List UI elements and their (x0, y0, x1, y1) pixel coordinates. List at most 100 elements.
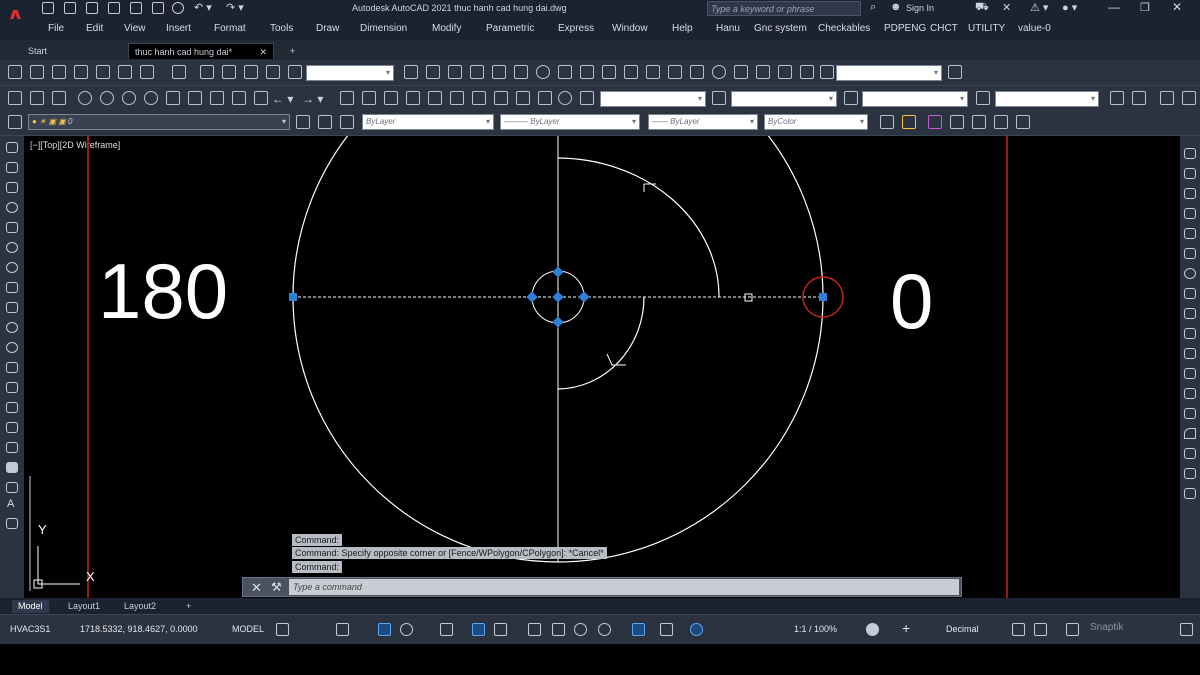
plot-file-icon[interactable] (78, 91, 92, 105)
workspace-icon[interactable] (866, 623, 879, 636)
linear-dim-icon[interactable] (404, 65, 418, 79)
blend-icon[interactable] (1184, 468, 1196, 479)
dimedit-icon[interactable] (756, 65, 770, 79)
dim-style-dropdown[interactable]: ▾ (836, 65, 942, 81)
menu-chct[interactable]: CHCT (930, 23, 958, 34)
menu-checkables[interactable]: Checkables (818, 23, 870, 34)
close-button[interactable]: ✕ (1172, 0, 1182, 14)
model-space-toggle[interactable]: MODEL (232, 624, 264, 634)
save-file-icon[interactable] (52, 91, 66, 105)
matchprop-icon[interactable] (232, 91, 246, 105)
layer-properties-icon[interactable] (8, 115, 22, 129)
mtext-draw-icon[interactable]: A (7, 498, 14, 510)
copy-modify-icon[interactable] (1184, 168, 1196, 179)
menu-tools[interactable]: Tools (270, 23, 293, 34)
make-current-icon[interactable] (296, 115, 310, 129)
table-style-icon[interactable] (844, 91, 858, 105)
ordinate-icon[interactable] (470, 65, 484, 79)
open-icon[interactable] (64, 2, 76, 14)
plot-icon[interactable] (130, 2, 142, 14)
close-command-icon[interactable]: ✕ (251, 580, 262, 596)
annotation-dropdown[interactable]: ▾ (600, 91, 706, 107)
plotstyle-dropdown[interactable]: ByColor ▾ (764, 114, 868, 130)
window-close-icon[interactable] (1182, 91, 1196, 105)
dimtedit-icon[interactable] (778, 65, 792, 79)
xref-icon[interactable] (288, 65, 302, 79)
layer-previous-icon[interactable] (318, 115, 332, 129)
tab-start[interactable]: Start (22, 43, 122, 59)
stretch-icon[interactable] (1184, 308, 1196, 319)
tab-layout1[interactable]: Layout1 (62, 600, 106, 613)
text-icon[interactable] (8, 65, 22, 79)
saveas-icon[interactable] (108, 2, 120, 14)
gradient-icon[interactable] (6, 442, 18, 453)
mirror-icon[interactable] (1184, 188, 1196, 199)
help-toolbar-icon[interactable] (558, 91, 572, 105)
grip-bottom[interactable] (552, 316, 564, 328)
toggle-b-icon[interactable] (1132, 91, 1146, 105)
annotation-visibility-icon[interactable] (728, 623, 741, 636)
selection-cycling-icon[interactable] (574, 623, 587, 636)
annotation-scale-icon[interactable] (772, 623, 785, 636)
menu-edit[interactable]: Edit (86, 23, 103, 34)
field-icon[interactable] (200, 65, 214, 79)
annotation-monitor-icon[interactable]: + (902, 620, 910, 636)
menu-file[interactable]: File (48, 23, 64, 34)
help-icon[interactable]: ⚠ ▾ (1030, 1, 1048, 14)
menu-format[interactable]: Format (214, 23, 246, 34)
quick-properties-icon[interactable] (1012, 623, 1025, 636)
justify-text-icon[interactable] (140, 65, 154, 79)
cut-icon[interactable] (166, 91, 180, 105)
isodraft-icon[interactable] (440, 623, 453, 636)
erase-icon[interactable] (1184, 148, 1196, 159)
table-draw-icon[interactable] (6, 482, 18, 493)
copy-icon[interactable] (188, 91, 202, 105)
menu-parametric[interactable]: Parametric (486, 23, 534, 34)
circle-icon[interactable] (6, 262, 18, 273)
hatch-icon[interactable] (6, 422, 18, 433)
angular-dim-icon[interactable] (536, 65, 550, 79)
materials-icon[interactable] (928, 115, 942, 129)
sign-in-link[interactable]: Sign In (906, 3, 934, 13)
grip-top[interactable] (552, 266, 564, 278)
zoom-window-icon[interactable] (384, 91, 398, 105)
join-icon[interactable] (1184, 408, 1196, 419)
menu-help[interactable]: Help (672, 23, 693, 34)
space-icon[interactable] (624, 65, 638, 79)
open-file-icon[interactable] (30, 91, 44, 105)
fillet-icon[interactable] (1184, 448, 1196, 459)
table-icon[interactable] (172, 65, 186, 79)
lock-ui-icon[interactable] (1034, 623, 1047, 636)
dim-style-icon[interactable] (712, 91, 726, 105)
exchange-icon[interactable]: ✕ (1002, 1, 1011, 14)
tool-palettes-icon[interactable] (472, 91, 486, 105)
add-layout-button[interactable]: + (180, 600, 197, 613)
attdef-icon[interactable] (266, 65, 280, 79)
upper-arc[interactable] (557, 157, 720, 298)
3d-osnap-icon[interactable] (598, 623, 611, 636)
lineweight-dropdown[interactable]: —— ByLayer ▾ (648, 114, 758, 130)
snap-mode-icon[interactable] (356, 623, 369, 636)
grid-icon[interactable] (276, 623, 289, 636)
chamfer-icon[interactable] (1184, 428, 1196, 439)
menu-draw[interactable]: Draw (316, 23, 339, 34)
gizmo-icon[interactable] (690, 623, 703, 636)
block-editor-icon[interactable] (254, 91, 268, 105)
osnap-icon[interactable] (494, 623, 507, 636)
search-input[interactable]: Type a keyword or phrase (707, 1, 861, 16)
polygon-icon[interactable] (6, 202, 18, 213)
selection-filter-icon[interactable] (660, 623, 673, 636)
menu-insert[interactable]: Insert (166, 23, 191, 34)
visual-style-d-icon[interactable] (1016, 115, 1030, 129)
menu-value[interactable]: value-0 (1018, 23, 1051, 34)
spline-icon[interactable] (6, 302, 18, 313)
arc-icon[interactable] (6, 242, 18, 253)
inspect-icon[interactable] (712, 65, 726, 79)
grip-quadrant-right[interactable] (819, 293, 827, 301)
jogged-icon[interactable] (734, 65, 748, 79)
menu-gnc-system[interactable]: Gnc system (754, 23, 807, 34)
construction-line-icon[interactable] (6, 162, 18, 173)
calculator-icon[interactable] (538, 91, 552, 105)
offset-icon[interactable] (1184, 208, 1196, 219)
tab-close-icon[interactable]: ✕ (259, 44, 267, 60)
